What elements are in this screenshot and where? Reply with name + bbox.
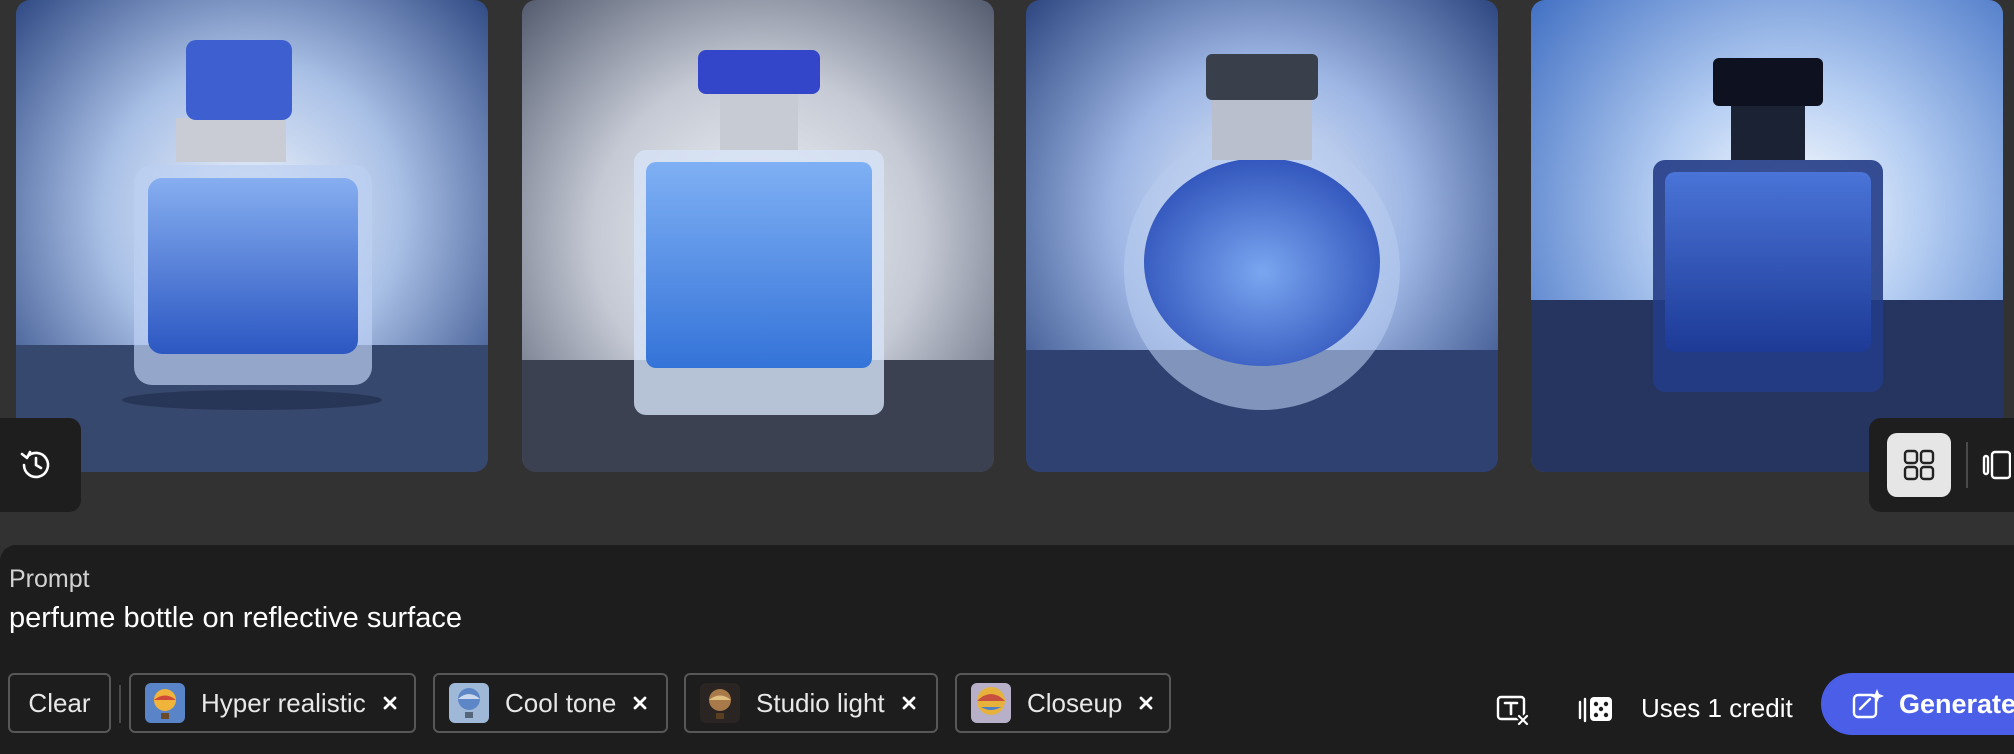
generated-image-1[interactable]	[16, 0, 488, 472]
chip-divider	[119, 685, 121, 723]
perfume-bottle-image	[1026, 0, 1498, 472]
style-chip-hyper-realistic[interactable]: Hyper realistic	[129, 673, 416, 733]
grid-view-icon	[1903, 449, 1935, 481]
remove-chip-icon[interactable]	[1136, 693, 1155, 713]
remove-chip-icon[interactable]	[899, 693, 919, 713]
prompt-input[interactable]: perfume bottle on reflective surface	[9, 602, 462, 635]
generate-label: Generate	[1899, 688, 2014, 719]
view-divider	[1966, 442, 1968, 488]
hot-air-balloon-icon	[971, 683, 1011, 723]
hot-air-balloon-icon	[145, 683, 185, 723]
style-chip-closeup[interactable]: Closeup	[955, 673, 1171, 733]
generated-image-4[interactable]	[1531, 0, 2003, 472]
text-effects-icon	[1496, 695, 1531, 728]
credit-usage-text: Uses 1 credit	[1641, 693, 1793, 723]
prompt-panel: Prompt perfume bottle on reflective surf…	[0, 545, 2014, 754]
hot-air-balloon-icon	[700, 683, 740, 723]
carousel-view-button[interactable]	[1981, 443, 2014, 487]
generated-image-2[interactable]	[522, 0, 994, 472]
chip-label: Studio light	[756, 687, 885, 718]
chip-label: Hyper realistic	[201, 687, 366, 718]
remove-chip-icon[interactable]	[630, 693, 650, 713]
chip-label: Closeup	[1027, 687, 1123, 718]
image-gallery	[0, 0, 2014, 473]
clear-button[interactable]: Clear	[8, 673, 111, 733]
view-toggle-panel	[1869, 418, 2014, 512]
history-panel	[0, 418, 81, 512]
remove-chip-icon[interactable]	[380, 693, 400, 713]
perfume-bottle-image	[16, 0, 488, 472]
perfume-bottle-image	[522, 0, 994, 472]
sparkle-generate-icon	[1851, 687, 1885, 721]
generate-button[interactable]: Generate	[1821, 673, 2014, 735]
carousel-view-icon	[1982, 450, 2011, 480]
chip-label: Cool tone	[505, 687, 617, 718]
history-button[interactable]	[14, 443, 58, 487]
generated-image-3[interactable]	[1026, 0, 1498, 472]
prompt-label: Prompt	[9, 565, 90, 593]
text-effects-button[interactable]	[1494, 691, 1534, 731]
style-chip-cool-tone[interactable]: Cool tone	[433, 673, 668, 733]
variation-button[interactable]	[1576, 691, 1616, 731]
grid-view-button[interactable]	[1887, 433, 1951, 497]
perfume-bottle-image	[1531, 0, 2003, 472]
style-chip-studio-light[interactable]: Studio light	[684, 673, 938, 733]
history-icon	[20, 450, 50, 479]
variation-dice-icon	[1578, 697, 1612, 723]
hot-air-balloon-icon	[449, 683, 489, 723]
